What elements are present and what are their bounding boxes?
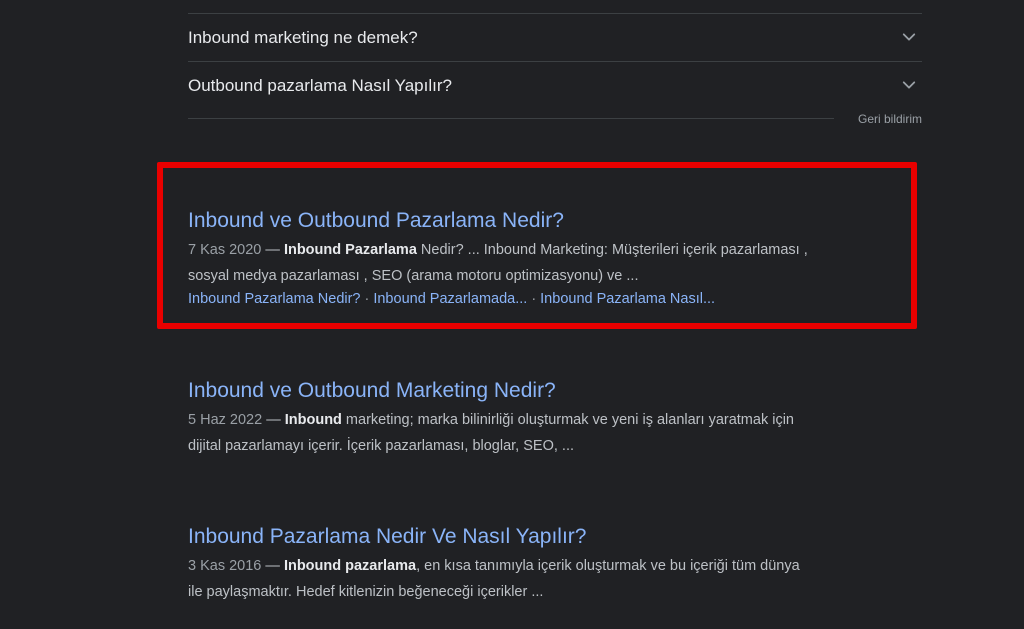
sitelink-separator: · — [531, 291, 537, 307]
date-separator: — — [262, 412, 285, 428]
search-result-3: Inbound Pazarlama Nedir Ve Nasıl Yapılır… — [188, 522, 888, 605]
snippet-text: sosyal medya pazarlaması , SEO (arama mo… — [188, 268, 639, 284]
sitelink[interactable]: Inbound Pazarlama Nedir? — [188, 291, 361, 307]
feedback-link[interactable]: Geri bildirim — [858, 112, 922, 126]
snippet-text: marketing; marka bilinirliği oluşturmak … — [341, 412, 794, 428]
snippet-keyword: Inbound pazarlama — [283, 558, 417, 574]
paa-question-1[interactable]: Inbound marketing ne demek? — [188, 14, 922, 62]
result-title-link[interactable]: Inbound Pazarlama Nedir Ve Nasıl Yapılır… — [188, 522, 888, 552]
date-separator: — — [261, 242, 284, 258]
result-title-link[interactable]: Inbound ve Outbound Pazarlama Nedir? — [188, 206, 888, 236]
date-separator: — — [261, 558, 284, 574]
chevron-down-icon — [902, 33, 916, 41]
result-date: 7 Kas 2020 — [188, 242, 262, 258]
sitelink-separator: · — [364, 291, 370, 307]
sitelink[interactable]: Inbound Pazarlamada... — [373, 291, 527, 307]
paa-question-text: Inbound marketing ne demek? — [188, 28, 418, 47]
result-date: 3 Kas 2016 — [188, 558, 262, 574]
paa-question-2[interactable]: Outbound pazarlama Nasıl Yapılır? — [188, 62, 922, 110]
result-snippet: 3 Kas 2016 — Inbound pazarlama, en kısa … — [188, 553, 888, 605]
search-result-2: Inbound ve Outbound Marketing Nedir? 5 H… — [188, 376, 888, 459]
result-date: 5 Haz 2022 — [188, 412, 263, 428]
paa-question-text: Outbound pazarlama Nasıl Yapılır? — [188, 76, 452, 95]
snippet-text: Nedir? ... Inbound Marketing: Müşteriler… — [416, 242, 808, 258]
result-snippet: 5 Haz 2022 — Inbound marketing; marka bi… — [188, 407, 888, 459]
chevron-down-icon — [902, 81, 916, 89]
snippet-text: dijital pazarlamayı içerir. İçerik pazar… — [188, 438, 575, 454]
search-results-page: Inbound marketing ne demek? Outbound paz… — [0, 0, 1024, 629]
result-title-link[interactable]: Inbound ve Outbound Marketing Nedir? — [188, 376, 888, 406]
snippet-keyword: Inbound Pazarlama — [283, 242, 417, 258]
snippet-keyword: Inbound — [284, 412, 342, 428]
sitelinks: Inbound Pazarlama Nedir? · Inbound Pazarla… — [188, 289, 888, 309]
snippet-text: , en kısa tanımıyla içerik oluşturmak ve… — [416, 558, 800, 574]
result-snippet: 7 Kas 2020 — Inbound Pazarlama Nedir? ..… — [188, 237, 888, 289]
divider — [188, 118, 834, 119]
search-result-1: Inbound ve Outbound Pazarlama Nedir? 7 K… — [188, 206, 888, 309]
sitelink[interactable]: Inbound Pazarlama Nasıl... — [540, 291, 715, 307]
snippet-text: ile paylaşmaktır. Hedef kitlenizin beğen… — [188, 584, 544, 600]
